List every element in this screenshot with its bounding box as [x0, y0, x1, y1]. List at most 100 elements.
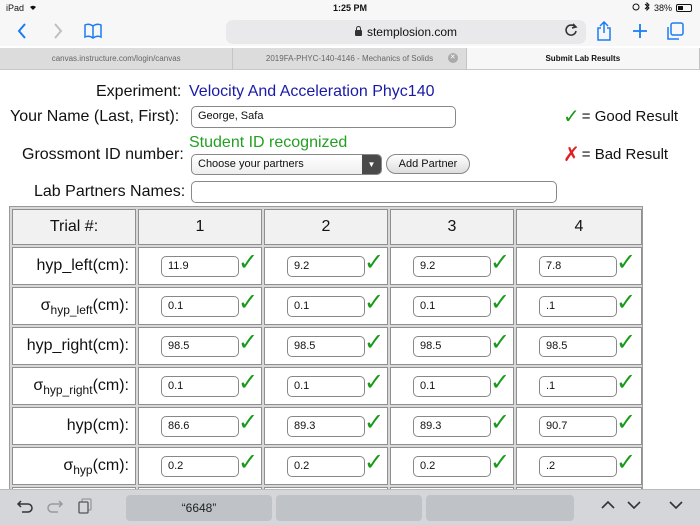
- value-input[interactable]: 0.2: [287, 456, 365, 477]
- chevron-up-icon[interactable]: [600, 498, 616, 516]
- row-label-subscript: hyp_left: [50, 303, 93, 317]
- back-icon[interactable]: [12, 20, 32, 42]
- row-label-sigma-hyp: σ hyp (cm):: [12, 447, 136, 485]
- row-label-unit: (cm):: [92, 297, 129, 314]
- value-input[interactable]: .1: [539, 376, 617, 397]
- trial-header: Trial #:: [12, 209, 136, 245]
- share-icon[interactable]: [594, 20, 614, 42]
- checkmark-icon: ✓: [364, 249, 385, 276]
- paste-icon[interactable]: [78, 498, 92, 519]
- experiment-label: Experiment:: [96, 83, 182, 100]
- undo-icon[interactable]: [16, 498, 34, 519]
- checkmark-icon: ✓: [616, 449, 637, 476]
- value-input[interactable]: 89.3: [413, 416, 491, 437]
- table-cell: 89.3 ✓: [390, 407, 514, 445]
- status-bar: iPad 1:25 PM 38%: [0, 0, 700, 16]
- row-label-subscript: hyp_right: [43, 383, 93, 397]
- checkmark-icon: ✓: [238, 329, 259, 356]
- table-cell: 0.1 ✓: [390, 287, 514, 325]
- partners-select-value: Choose your partners: [198, 158, 304, 170]
- lab-partners-input[interactable]: [191, 181, 557, 203]
- checkmark-icon: ✓: [364, 289, 385, 316]
- value-input[interactable]: 0.1: [413, 376, 491, 397]
- table-cell: 0.1 ✓: [138, 367, 262, 405]
- value-input[interactable]: 11.9: [161, 256, 239, 277]
- value-input[interactable]: .1: [539, 296, 617, 317]
- trial-header-cell: 4: [516, 209, 642, 245]
- value-input[interactable]: 0.1: [161, 376, 239, 397]
- checkmark-icon: ✓: [490, 369, 511, 396]
- forward-icon[interactable]: [48, 20, 68, 42]
- table-cell: 0.2 ✓: [264, 447, 388, 485]
- value-input[interactable]: 90.7: [539, 416, 617, 437]
- id-label: Grossmont ID number:: [22, 146, 184, 163]
- partners-select[interactable]: Choose your partners ▼: [191, 154, 382, 175]
- value-input[interactable]: .2: [539, 456, 617, 477]
- row-label-text: hyp(cm):: [66, 417, 129, 434]
- value-input[interactable]: 98.5: [161, 336, 239, 357]
- checkmark-icon: ✓: [616, 329, 637, 356]
- new-tab-icon[interactable]: [630, 20, 650, 42]
- bluetooth-icon: [644, 1, 650, 13]
- checkmark-icon: ✓: [490, 449, 511, 476]
- legend-bad: ✗ = Bad Result: [563, 142, 668, 167]
- table-cell: .2 ✓: [516, 447, 642, 485]
- bookmarks-icon[interactable]: [82, 20, 104, 42]
- value-input[interactable]: 98.5: [287, 336, 365, 357]
- row-label-hyp-left: hyp_left(cm):: [12, 247, 136, 285]
- table-cell: 0.1 ✓: [264, 287, 388, 325]
- dismiss-keyboard-icon[interactable]: [668, 498, 684, 516]
- tab-label: 2019FA-PHYC-140-4146 - Mechanics of Soli…: [265, 54, 434, 63]
- table-cell: 90.7 ✓: [516, 407, 642, 445]
- value-input[interactable]: 7.8: [539, 256, 617, 277]
- checkmark-icon: ✓: [490, 249, 511, 276]
- tab-canvas[interactable]: canvas.instructure.com/login/canvas: [0, 48, 234, 69]
- checkmark-icon: ✓: [490, 409, 511, 436]
- reload-icon[interactable]: [564, 23, 578, 41]
- tab-label: Submit Lab Results: [545, 54, 621, 63]
- value-input[interactable]: 98.5: [413, 336, 491, 357]
- legend-bad-text: = Bad Result: [581, 146, 669, 163]
- tab-label: canvas.instructure.com/login/canvas: [51, 54, 181, 63]
- name-input[interactable]: George, Safa: [191, 106, 456, 128]
- sigma-symbol: σ: [33, 377, 44, 394]
- value-input[interactable]: 98.5: [539, 336, 617, 357]
- address-bar[interactable]: stemplosion.com: [226, 20, 586, 44]
- value-input[interactable]: 0.2: [413, 456, 491, 477]
- value-input[interactable]: 9.2: [413, 256, 491, 277]
- tabs-icon[interactable]: [664, 20, 686, 42]
- row-label-subscript: hyp: [73, 463, 93, 477]
- value-input[interactable]: 86.6: [161, 416, 239, 437]
- add-partner-button[interactable]: Add Partner: [386, 154, 470, 174]
- checkmark-icon: ✓: [616, 289, 637, 316]
- alarm-icon: [632, 3, 640, 13]
- redo-icon[interactable]: [46, 498, 64, 519]
- lock-icon: [354, 26, 362, 36]
- sigma-symbol: σ: [40, 297, 51, 314]
- close-icon[interactable]: ✕: [447, 53, 458, 63]
- table-cell: .1 ✓: [516, 287, 642, 325]
- value-input[interactable]: 0.2: [161, 456, 239, 477]
- tab-submit-lab[interactable]: Submit Lab Results: [466, 48, 700, 69]
- tab-course[interactable]: 2019FA-PHYC-140-4146 - Mechanics of Soli…: [233, 48, 467, 69]
- legend-good-text: = Good Result: [581, 108, 679, 125]
- autocomplete-suggestion-empty[interactable]: [276, 495, 422, 521]
- table-cell: 89.3 ✓: [264, 407, 388, 445]
- status-right: 38%: [632, 1, 692, 13]
- name-label: Your Name (Last, First):: [10, 108, 180, 125]
- value-input[interactable]: 9.2: [287, 256, 365, 277]
- value-input[interactable]: 0.1: [161, 296, 239, 317]
- value-input[interactable]: 0.1: [287, 296, 365, 317]
- battery-icon: [676, 3, 692, 12]
- autocomplete-suggestion[interactable]: “6648”: [126, 495, 272, 521]
- value-input[interactable]: 0.1: [413, 296, 491, 317]
- autocomplete-suggestion-empty[interactable]: [426, 495, 574, 521]
- checkmark-icon: ✓: [238, 369, 259, 396]
- value-input[interactable]: 0.1: [287, 376, 365, 397]
- checkmark-icon: ✓: [490, 329, 511, 356]
- legend-good: ✓ = Good Result: [563, 104, 678, 129]
- row-label-sigma-hyp-left: σ hyp_left (cm):: [12, 287, 136, 325]
- checkmark-icon: ✓: [238, 409, 259, 436]
- chevron-down-icon[interactable]: [626, 498, 642, 516]
- value-input[interactable]: 89.3: [287, 416, 365, 437]
